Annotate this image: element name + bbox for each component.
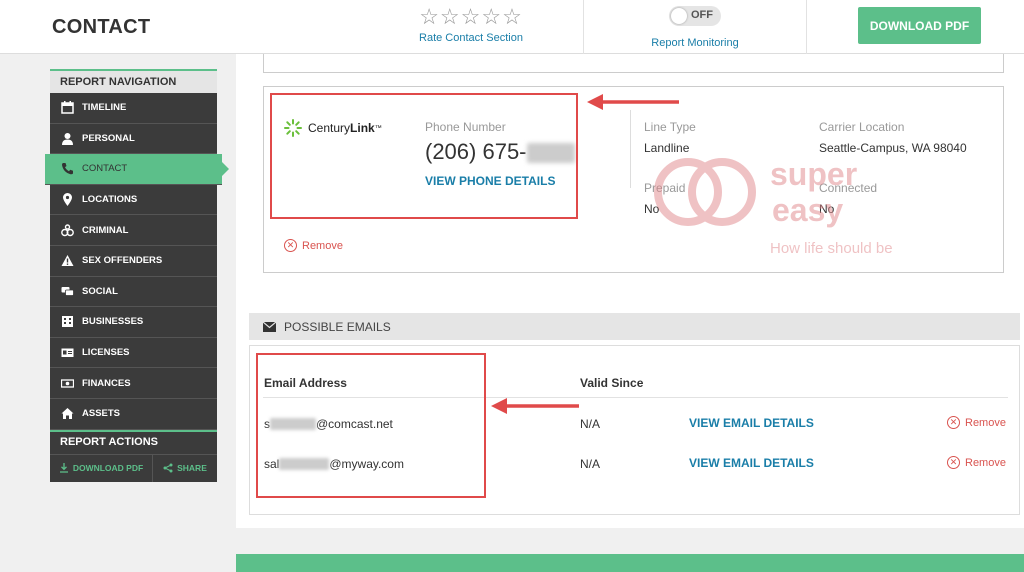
toggle-knob (671, 8, 687, 24)
monitoring-section: OFF Report Monitoring (640, 6, 750, 49)
share-label: SHARE (177, 463, 207, 474)
previous-card (263, 54, 1004, 73)
envelope-icon (263, 321, 276, 332)
sidebar-item-label: BUSINESSES (82, 316, 144, 328)
remove-email-button[interactable]: ✕ Remove (947, 416, 1006, 429)
sidebar-item-sex-offenders[interactable]: SEX OFFENDERS (50, 245, 217, 277)
page-header: CONTACT ☆☆☆☆☆ Rate Contact Section OFF R… (0, 0, 1024, 54)
sidebar-item-timeline[interactable]: TIMELINE (50, 93, 217, 124)
monitoring-label: Report Monitoring (651, 37, 739, 49)
valid-since-column-header: Valid Since (580, 376, 644, 390)
chat-icon (60, 284, 74, 298)
actions-title: REPORT ACTIONS (50, 429, 217, 454)
sidebar-item-assets[interactable]: ASSETS (50, 398, 217, 430)
arrow-left-icon (587, 94, 679, 110)
warning-icon (60, 254, 74, 268)
phone-icon (60, 162, 74, 176)
sidebar-item-social[interactable]: SOCIAL (50, 276, 217, 308)
home-icon (60, 407, 74, 421)
download-pdf-button[interactable]: DOWNLOAD PDF (858, 7, 981, 44)
download-icon (59, 463, 68, 473)
rating-stars[interactable]: ☆☆☆☆☆ (400, 5, 542, 29)
view-email-details-link[interactable]: VIEW EMAIL DETAILS (689, 416, 814, 430)
super-easy-logo-icon (654, 158, 756, 226)
carrier-location-value: Seattle-Campus, WA 98040 (819, 141, 967, 155)
sidebar-item-licenses[interactable]: LICENSES (50, 337, 217, 369)
phone-card-divider (630, 110, 631, 188)
sidebar-item-label: TIMELINE (82, 102, 127, 114)
sidebar-item-locations[interactable]: LOCATIONS (50, 184, 217, 216)
emails-section-title: POSSIBLE EMAILS (284, 319, 391, 334)
sidebar-item-label: CRIMINAL (82, 224, 129, 236)
report-navigation: REPORT NAVIGATION TIMELINE PERSONAL CONT… (45, 69, 229, 482)
valid-since-value: N/A (580, 417, 601, 431)
toggle-state: OFF (691, 9, 713, 21)
rate-section: ☆☆☆☆☆ Rate Contact Section (400, 5, 542, 45)
header-divider (583, 0, 584, 54)
sidebar-item-personal[interactable]: PERSONAL (50, 123, 217, 155)
footer-bar (236, 554, 1024, 572)
remove-phone-button[interactable]: ✕ Remove (284, 239, 343, 252)
nav-title: REPORT NAVIGATION (50, 69, 217, 93)
sidebar-item-label: ASSETS (82, 408, 121, 420)
share-button[interactable]: SHARE (153, 455, 217, 482)
sidebar-item-label: SOCIAL (82, 285, 118, 297)
download-pdf-label: DOWNLOAD PDF (72, 463, 144, 474)
monitoring-toggle[interactable]: OFF (669, 6, 721, 26)
watermark-line1: super (770, 156, 858, 192)
calendar-icon (60, 101, 74, 115)
sidebar-item-label: FINANCES (82, 377, 131, 389)
emails-section-header: POSSIBLE EMAILS (249, 313, 1020, 340)
close-icon: ✕ (947, 416, 960, 429)
handcuffs-icon (60, 223, 74, 237)
carrier-location-label: Carrier Location (819, 120, 905, 134)
remove-email-button[interactable]: ✕ Remove (947, 456, 1006, 469)
sidebar-item-label: LOCATIONS (82, 194, 138, 206)
close-icon: ✕ (284, 239, 297, 252)
share-icon (163, 463, 173, 473)
sidebar-item-contact[interactable]: CONTACT (45, 154, 229, 185)
sidebar-item-finances[interactable]: FINANCES (50, 368, 217, 399)
person-icon (60, 131, 74, 145)
remove-label: Remove (965, 456, 1006, 469)
header-divider (806, 0, 807, 54)
sidebar-item-label: SEX OFFENDERS (82, 255, 163, 267)
money-icon (60, 376, 74, 390)
rate-label: Rate Contact Section (419, 32, 523, 44)
page-title: CONTACT (52, 16, 151, 38)
watermark-tagline: How life should be (770, 240, 893, 257)
valid-since-value: N/A (580, 457, 601, 471)
sidebar-item-criminal[interactable]: CRIMINAL (50, 215, 217, 246)
line-type-label: Line Type (644, 120, 696, 134)
sidebar-item-businesses[interactable]: BUSINESSES (50, 307, 217, 338)
close-icon: ✕ (947, 456, 960, 469)
id-card-icon (60, 346, 74, 360)
building-icon (60, 315, 74, 329)
sidebar-download-pdf-button[interactable]: DOWNLOAD PDF (50, 454, 153, 482)
watermark-line2: easy (772, 192, 844, 228)
arrow-left-icon (491, 398, 579, 414)
remove-label: Remove (302, 239, 343, 252)
map-pin-icon (60, 193, 74, 207)
view-email-details-link[interactable]: VIEW EMAIL DETAILS (689, 456, 814, 470)
remove-label: Remove (965, 416, 1006, 429)
report-actions: DOWNLOAD PDF SHARE (50, 453, 217, 482)
highlight-box-emails (256, 353, 486, 498)
sidebar-item-label: CONTACT (82, 163, 128, 175)
sidebar-item-label: PERSONAL (82, 132, 135, 144)
sidebar-item-label: LICENSES (82, 347, 130, 359)
highlight-box-phone (270, 93, 578, 219)
